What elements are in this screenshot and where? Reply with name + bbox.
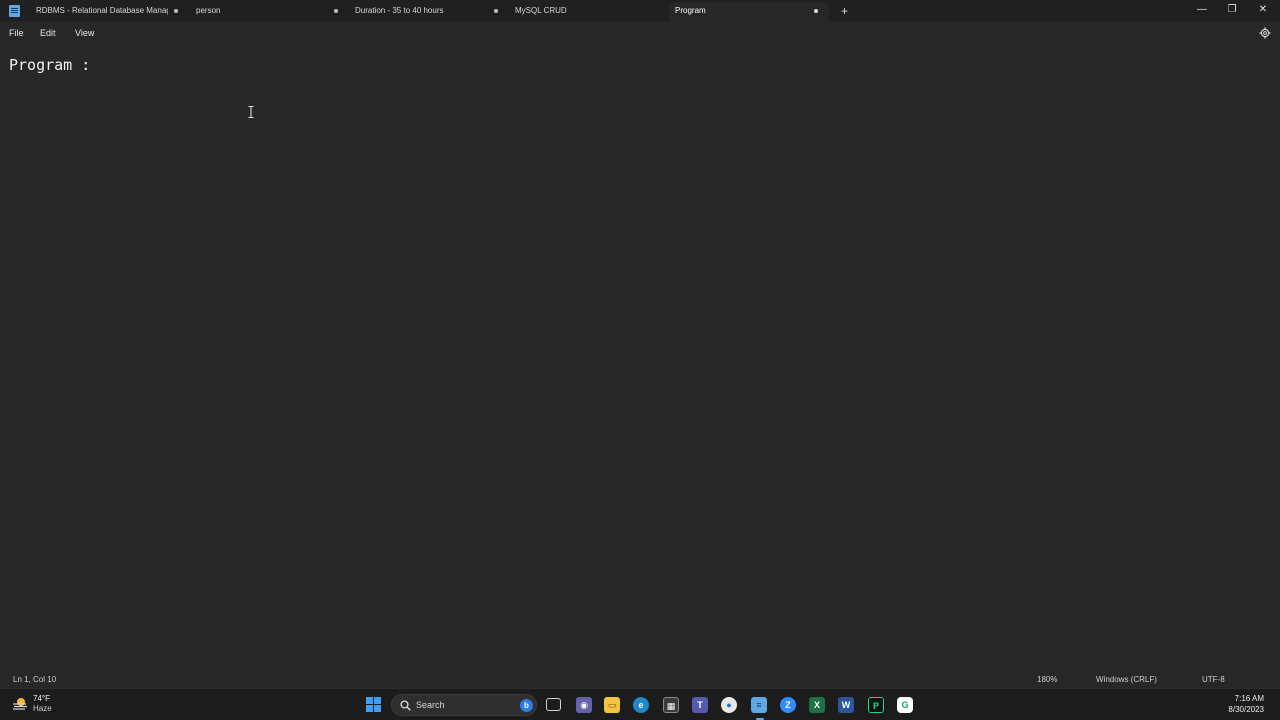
unsaved-dot-icon (174, 9, 178, 13)
unsaved-dot-icon (334, 9, 338, 13)
pycharm-icon[interactable]: P (868, 697, 884, 713)
zoom-icon[interactable]: Z (780, 697, 796, 713)
tab-label: MySQL CRUD (515, 6, 567, 15)
unsaved-dot-icon (494, 9, 498, 13)
file-explorer-icon[interactable]: ▭ (604, 697, 620, 713)
task-view-icon[interactable] (546, 698, 561, 711)
haze-weather-icon[interactable] (12, 697, 28, 711)
taskbar: 74°F Haze Search b ◉ ▭ e ▦ T ● ≡ Z X W P… (0, 688, 1280, 720)
new-tab-button[interactable]: + (841, 4, 848, 18)
windows-logo-tile (374, 705, 381, 712)
menu-bar: File Edit View (0, 22, 1280, 44)
tab-rdbms[interactable]: RDBMS - Relational Database Manag (36, 0, 176, 22)
line-ending: Windows (CRLF) (1096, 675, 1157, 684)
teams-icon[interactable]: T (692, 697, 708, 713)
cursor-position: Ln 1, Col 10 (13, 675, 57, 684)
restore-button[interactable]: ❐ (1225, 3, 1239, 17)
zoom-level: 180% (1037, 675, 1058, 684)
taskbar-search[interactable]: Search b (391, 694, 537, 716)
edge-icon[interactable]: e (633, 697, 649, 713)
clock-date[interactable]: 8/30/2023 (1228, 705, 1264, 715)
menu-file[interactable]: File (9, 27, 24, 39)
tab-person[interactable]: person (196, 0, 326, 22)
weather-condition: Haze (33, 704, 52, 713)
store-icon[interactable]: ▦ (663, 697, 679, 713)
bing-icon[interactable]: b (520, 699, 533, 712)
unsaved-dot-icon (814, 9, 818, 13)
notepad-app-icon (9, 5, 20, 17)
search-label: Search (416, 700, 445, 710)
tab-program[interactable]: Program (675, 0, 805, 22)
tab-label: RDBMS - Relational Database Manag (36, 6, 168, 15)
search-icon (400, 700, 411, 711)
menu-edit[interactable]: Edit (40, 27, 56, 39)
title-bar: RDBMS - Relational Database Manag person… (0, 0, 1280, 22)
minimize-button[interactable]: — (1195, 3, 1209, 17)
windows-logo-icon (366, 697, 373, 704)
tab-mysql-crud[interactable]: MySQL CRUD (515, 0, 655, 22)
windows-logo-tile (374, 697, 381, 704)
teams-chat-icon[interactable]: ◉ (576, 697, 592, 713)
gear-icon[interactable] (1259, 27, 1271, 39)
tab-label: person (196, 6, 221, 15)
text-editor[interactable]: Program : (0, 44, 1280, 670)
clock-time[interactable]: 7:16 AM (1235, 694, 1264, 704)
close-button[interactable]: ✕ (1256, 3, 1270, 17)
chrome-icon[interactable]: ● (721, 697, 737, 713)
weather-temperature: 74°F (33, 694, 50, 703)
tab-duration[interactable]: Duration - 35 to 40 hours (355, 0, 490, 22)
editor-content[interactable]: Program : (9, 56, 90, 74)
start-button[interactable] (366, 697, 382, 713)
text-cursor-icon (248, 106, 254, 118)
word-icon[interactable]: W (838, 697, 854, 713)
windows-logo-tile (366, 705, 373, 712)
tab-label: Program (675, 6, 706, 15)
status-bar: Ln 1, Col 10 180% Windows (CRLF) UTF-8 (0, 672, 1280, 688)
notepad-icon[interactable]: ≡ (751, 697, 767, 713)
encoding: UTF-8 (1202, 675, 1225, 684)
tab-label: Duration - 35 to 40 hours (355, 6, 444, 15)
grammarly-icon[interactable]: G (897, 697, 913, 713)
menu-view[interactable]: View (75, 27, 94, 39)
excel-icon[interactable]: X (809, 697, 825, 713)
